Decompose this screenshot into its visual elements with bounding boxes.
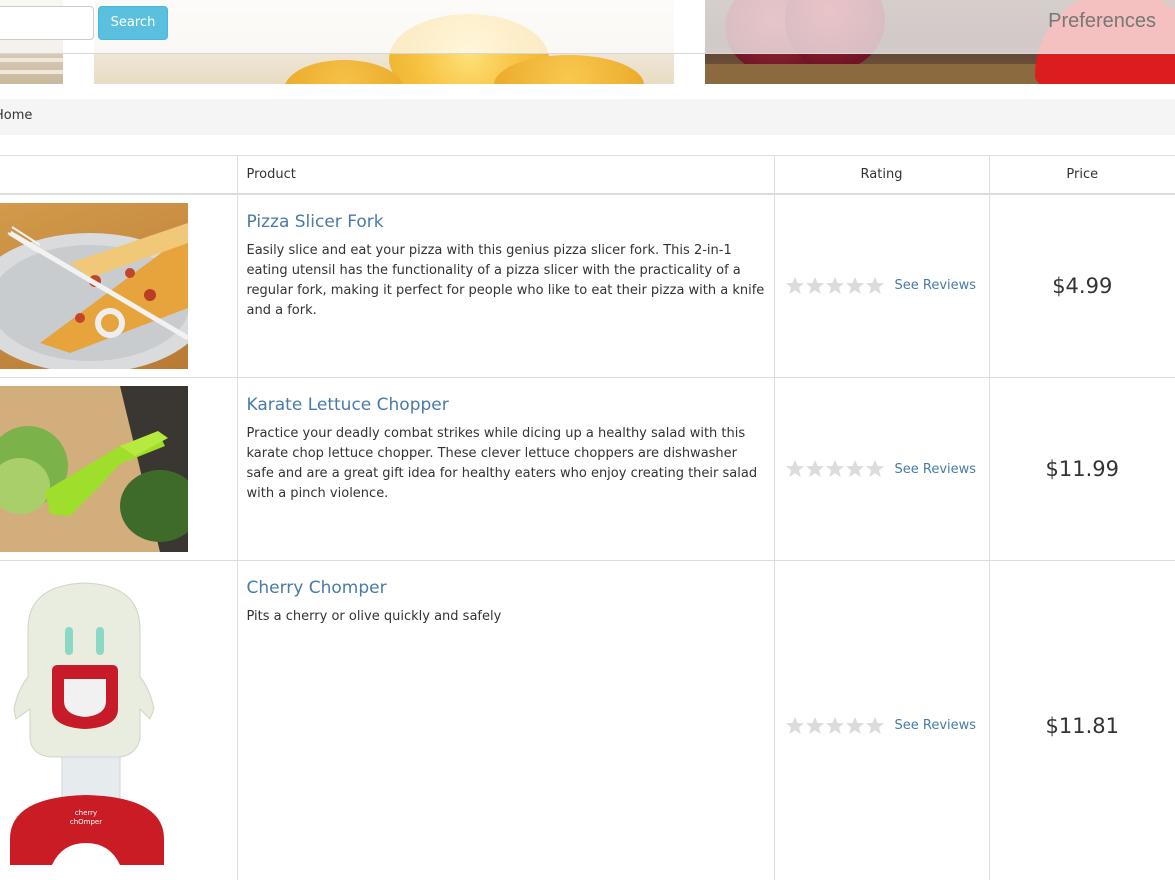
product-name-link[interactable]: Pizza Slicer Fork xyxy=(247,211,384,233)
product-image-cell xyxy=(0,193,237,378)
product-price-cell: $11.81 xyxy=(988,560,1175,880)
svg-text:cherry: cherry xyxy=(75,809,97,817)
product-price: $11.81 xyxy=(1045,713,1119,738)
star-icon[interactable] xyxy=(805,716,825,736)
header-banner: Search Preferences xyxy=(0,0,1175,84)
product-info-cell: Karate Lettuce Chopper Practice your dea… xyxy=(236,377,774,561)
star-icon[interactable] xyxy=(865,276,885,296)
product-price: $11.99 xyxy=(1045,457,1119,481)
search-button[interactable]: Search xyxy=(98,6,168,40)
product-price-cell: $4.99 xyxy=(988,193,1175,378)
table-header-row: Product Rating Price xyxy=(0,155,1175,195)
product-rating-cell: See Reviews xyxy=(773,560,989,880)
product-table: Product Rating Price Pizza Slicer Fork E… xyxy=(0,155,1175,880)
star-icon[interactable] xyxy=(845,459,865,479)
product-price: $4.99 xyxy=(1052,273,1113,298)
star-icon[interactable] xyxy=(825,276,845,296)
product-name-link[interactable]: Karate Lettuce Chopper xyxy=(247,394,449,416)
product-description: Pits a cherry or olive quickly and safel… xyxy=(246,609,502,624)
search-input[interactable] xyxy=(0,6,94,40)
see-reviews-link[interactable]: See Reviews xyxy=(895,278,977,293)
product-image-cell xyxy=(0,377,237,561)
rating-stars[interactable] xyxy=(785,716,885,736)
star-icon[interactable] xyxy=(825,459,845,479)
product-image-cherry-chomper[interactable]: cherry chOmper xyxy=(0,569,188,880)
rating-stars[interactable] xyxy=(785,459,885,479)
table-row: Pizza Slicer Fork Easily slice and eat y… xyxy=(0,193,1175,378)
breadcrumb: Home xyxy=(0,99,1175,135)
breadcrumb-home-link[interactable]: Home xyxy=(0,108,32,123)
product-image-pizza-slicer-fork[interactable] xyxy=(0,202,188,369)
header-bar xyxy=(0,0,1175,54)
see-reviews-link[interactable]: See Reviews xyxy=(895,718,977,733)
column-header-image xyxy=(0,155,237,195)
star-icon[interactable] xyxy=(785,459,805,479)
star-icon[interactable] xyxy=(785,276,805,296)
product-rating-cell: See Reviews xyxy=(773,193,989,378)
table-row: Karate Lettuce Chopper Practice your dea… xyxy=(0,377,1175,561)
see-reviews-link[interactable]: See Reviews xyxy=(895,462,977,477)
column-header-rating: Rating xyxy=(773,155,989,195)
pizza-fork-illustration xyxy=(0,222,188,369)
product-price-cell: $11.99 xyxy=(988,377,1175,561)
star-icon[interactable] xyxy=(785,716,805,736)
star-icon[interactable] xyxy=(865,459,885,479)
product-name-link[interactable]: Cherry Chomper xyxy=(247,577,387,599)
product-info-cell: Pizza Slicer Fork Easily slice and eat y… xyxy=(236,193,774,378)
product-rating-cell: See Reviews xyxy=(773,377,989,561)
star-icon[interactable] xyxy=(825,716,845,736)
lettuce-chopper-illustration xyxy=(0,386,188,552)
svg-text:chOmper: chOmper xyxy=(70,818,102,826)
star-icon[interactable] xyxy=(865,716,885,736)
star-icon[interactable] xyxy=(845,276,865,296)
product-image-karate-lettuce-chopper[interactable] xyxy=(0,386,188,552)
table-row: cherry chOmper Cherry Chomper Pits a che… xyxy=(0,560,1175,880)
cherry-chomper-illustration: cherry chOmper xyxy=(10,582,164,865)
product-image-cell: cherry chOmper xyxy=(0,560,237,880)
column-header-product: Product xyxy=(236,155,774,195)
star-icon[interactable] xyxy=(845,716,865,736)
rating-stars[interactable] xyxy=(785,276,885,296)
star-icon[interactable] xyxy=(805,276,825,296)
product-description: Easily slice and eat your pizza with thi… xyxy=(246,242,765,318)
product-description: Practice your deadly combat strikes whil… xyxy=(246,426,758,501)
preferences-link[interactable]: Preferences xyxy=(1048,10,1156,33)
star-icon[interactable] xyxy=(805,459,825,479)
product-info-cell: Cherry Chomper Pits a cherry or olive qu… xyxy=(236,560,774,880)
column-header-price: Price xyxy=(988,155,1175,195)
